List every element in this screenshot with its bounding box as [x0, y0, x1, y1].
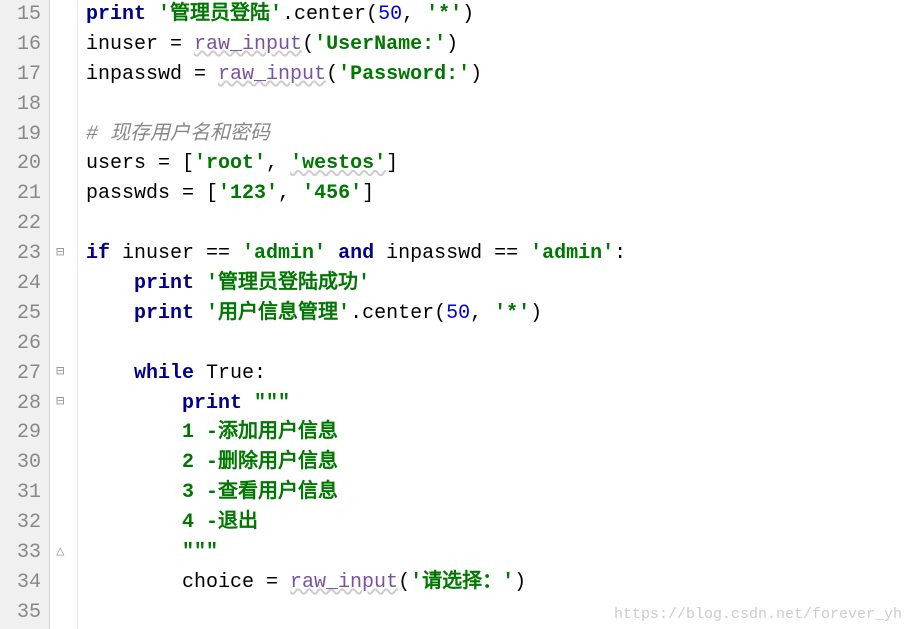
- line-number: 21: [4, 179, 41, 209]
- code-line[interactable]: users = ['root', 'westos']: [86, 149, 912, 179]
- line-number: 25: [4, 299, 41, 329]
- line-number: 24: [4, 269, 41, 299]
- code-line[interactable]: 1 -添加用户信息: [86, 418, 912, 448]
- code-line[interactable]: 4 -退出: [86, 508, 912, 538]
- code-line[interactable]: [86, 90, 912, 120]
- code-line[interactable]: """: [86, 538, 912, 568]
- line-number: 19: [4, 120, 41, 150]
- line-number: 20: [4, 149, 41, 179]
- watermark-text: https://blog.csdn.net/forever_yh: [614, 606, 902, 623]
- line-number: 27: [4, 359, 41, 389]
- code-area[interactable]: print '管理员登陆'.center(50, '*') inuser = r…: [78, 0, 912, 629]
- fold-expand-icon[interactable]: △: [56, 538, 64, 568]
- line-number: 23: [4, 239, 41, 269]
- line-number: 18: [4, 90, 41, 120]
- code-line[interactable]: inpasswd = raw_input('Password:'): [86, 60, 912, 90]
- code-line[interactable]: print '用户信息管理'.center(50, '*'): [86, 299, 912, 329]
- line-number-gutter: 15 16 17 18 19 20 21 22 23 24 25 26 27 2…: [0, 0, 50, 629]
- line-number: 32: [4, 508, 41, 538]
- line-number: 22: [4, 209, 41, 239]
- code-line[interactable]: inuser = raw_input('UserName:'): [86, 30, 912, 60]
- code-line[interactable]: while True:: [86, 359, 912, 389]
- code-line[interactable]: 2 -删除用户信息: [86, 448, 912, 478]
- code-line[interactable]: print '管理员登陆'.center(50, '*'): [86, 0, 912, 30]
- line-number: 34: [4, 568, 41, 598]
- line-number: 31: [4, 478, 41, 508]
- code-line[interactable]: print '管理员登陆成功': [86, 269, 912, 299]
- line-number: 15: [4, 0, 41, 30]
- code-line[interactable]: if inuser == 'admin' and inpasswd == 'ad…: [86, 239, 912, 269]
- line-number: 33: [4, 538, 41, 568]
- code-line[interactable]: passwds = ['123', '456']: [86, 179, 912, 209]
- code-line[interactable]: print """: [86, 389, 912, 419]
- fold-collapse-icon[interactable]: ⊟: [56, 239, 64, 269]
- code-line[interactable]: [86, 329, 912, 359]
- line-number: 28: [4, 389, 41, 419]
- line-number: 29: [4, 418, 41, 448]
- line-number: 35: [4, 598, 41, 628]
- line-number: 26: [4, 329, 41, 359]
- line-number: 17: [4, 60, 41, 90]
- line-number: 16: [4, 30, 41, 60]
- code-line[interactable]: choice = raw_input('请选择：'): [86, 568, 912, 598]
- fold-collapse-icon[interactable]: ⊟: [56, 388, 64, 418]
- code-line[interactable]: [86, 209, 912, 239]
- fold-column: ⊟ ⊟ ⊟ △: [50, 0, 78, 629]
- fold-collapse-icon[interactable]: ⊟: [56, 358, 64, 388]
- code-line[interactable]: 3 -查看用户信息: [86, 478, 912, 508]
- line-number: 30: [4, 448, 41, 478]
- code-editor: 15 16 17 18 19 20 21 22 23 24 25 26 27 2…: [0, 0, 912, 629]
- code-line[interactable]: # 现存用户名和密码: [86, 120, 912, 150]
